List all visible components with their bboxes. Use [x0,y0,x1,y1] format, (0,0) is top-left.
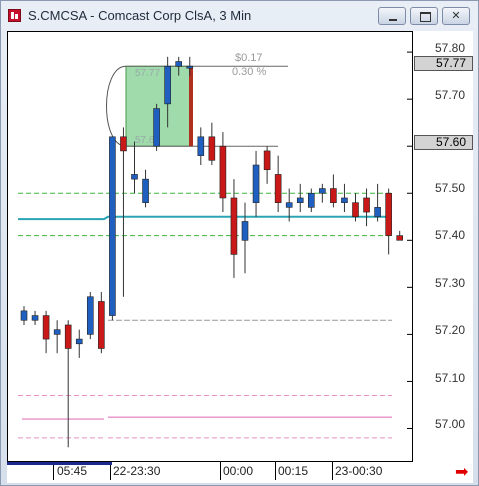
candle-up [341,197,348,203]
minimize-button[interactable] [378,7,406,25]
candle-up [374,207,381,218]
time-axis: 05:45 22-23:30 00:00 00:15 23-00:30 [7,462,413,483]
candle-up [87,296,94,335]
time-axis-label: 00:00 [223,464,254,478]
candle-down [363,197,370,213]
price-axis-label: 57.10 [434,371,465,385]
price-axis-label: 57.40 [434,228,465,242]
measure-edge-bar [189,66,193,147]
close-button[interactable]: ✕ [442,7,470,25]
candle-up [307,192,315,208]
price-axis-label: 57.80 [434,41,465,55]
scroll-position-bar[interactable] [7,462,112,465]
time-axis-label: 00:15 [278,464,309,478]
measure-change-label: $0.17 [235,52,263,64]
trend-line [18,215,392,221]
candle-down [396,235,404,241]
candle-up [241,221,249,241]
candle-up [186,65,194,69]
chart-window: S.CMCSA - Comcast Corp ClsA, 3 Min ✕ $0.… [0,0,479,486]
price-marker-low: 57.60 [414,135,473,150]
candle-up [252,164,260,203]
candle-up [175,61,182,67]
candle-up [319,188,326,194]
candle-up [197,136,205,156]
candle-down [263,150,271,171]
price-axis-label: 57.30 [434,276,465,290]
candle-down [64,324,72,349]
maximize-button[interactable] [410,7,438,25]
candle-up [164,65,171,105]
candle-down [42,315,50,340]
time-axis-label: 05:45 [57,464,88,478]
candle-up [109,136,116,316]
price-axis-label: 57.00 [434,417,465,431]
candle-up [296,197,304,203]
time-separator [332,462,333,480]
candle-up [75,338,83,345]
scroll-right-arrow-icon[interactable]: ➡ [455,462,468,482]
candle-down [120,136,127,152]
price-axis-label: 57.70 [434,88,465,102]
candle-down [385,192,392,236]
candle-down [330,188,337,203]
candle-up [142,178,149,203]
price-marker-high: 57.77 [414,56,473,71]
title-bar[interactable]: S.CMCSA - Comcast Corp ClsA, 3 Min ✕ [1,1,478,31]
time-axis-label: 22-23:30 [113,464,161,478]
candle-up [131,174,138,180]
candle-down [98,301,105,349]
candle-up [285,202,293,208]
candle-down [352,202,359,218]
candle-down [230,197,238,255]
price-axis-label: 57.20 [434,323,465,337]
candle-down [208,136,216,161]
candle-down [274,174,282,203]
candle-up [53,329,61,335]
time-separator [220,462,221,480]
window-title: S.CMCSA - Comcast Corp ClsA, 3 Min [28,8,252,23]
measure-percent-label: 0.30 % [232,66,266,78]
time-separator [275,462,276,480]
plot-area[interactable]: $0.17 0.30 % 57.77 57.60 [7,31,413,462]
candle-up [153,108,160,147]
chart-client-area: $0.17 0.30 % 57.77 57.60 57.80 57.70 57.50 … [7,31,473,483]
measure-top-value-label: 57.77 [135,68,160,79]
app-icon [8,9,21,22]
candle-up [20,310,28,321]
candle-down [219,145,227,199]
candle-up [31,315,39,321]
price-chart[interactable]: $0.170.30 %57.7757.60 [8,32,412,461]
time-axis-label: 23-00:30 [335,464,383,478]
price-axis-label: 57.50 [434,181,465,195]
